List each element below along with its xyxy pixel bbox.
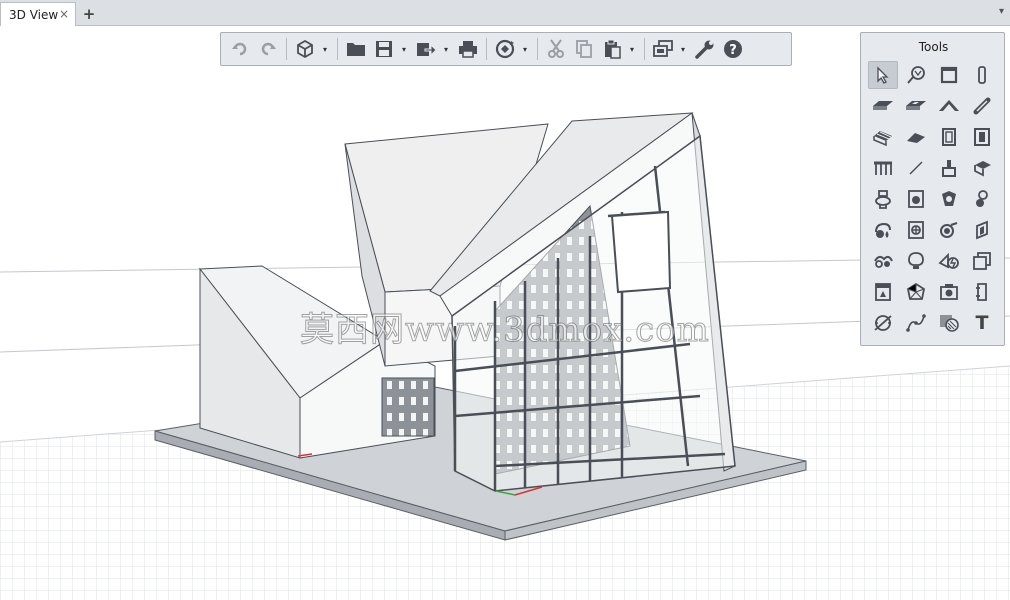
copy-icon[interactable]	[571, 36, 597, 62]
pipe-fitting-icon[interactable]	[934, 216, 964, 244]
corner-icon[interactable]	[967, 154, 997, 182]
tab-label: 3D View	[9, 7, 59, 22]
export-dropdown-chevron-icon[interactable]: ▾	[441, 36, 451, 62]
open-folder-icon[interactable]	[343, 36, 369, 62]
tools-panel: Tools T	[860, 32, 1005, 346]
watermark-text: 莫西网www.3dmox.com	[300, 310, 710, 351]
hollow-slab-icon[interactable]	[901, 92, 931, 120]
save-icon[interactable]	[371, 36, 397, 62]
camera-icon[interactable]	[934, 278, 964, 306]
help-icon[interactable]: ?	[720, 36, 746, 62]
slab-icon[interactable]	[868, 92, 898, 120]
fan-coil-icon[interactable]	[901, 216, 931, 244]
cut-icon[interactable]	[543, 36, 569, 62]
hatch-icon[interactable]	[934, 309, 964, 337]
tools-panel-title: Tools	[918, 40, 949, 54]
plumbing-icon[interactable]	[934, 154, 964, 182]
polyhedron-icon[interactable]	[901, 278, 931, 306]
column-icon[interactable]	[967, 61, 997, 89]
ramp-icon[interactable]	[901, 123, 931, 151]
spline-icon[interactable]	[901, 309, 931, 337]
3d-view-icon[interactable]	[292, 36, 318, 62]
redo-icon[interactable]	[255, 36, 281, 62]
3d-viewport[interactable]: 莫西网www.3dmox.com	[0, 26, 1010, 600]
panel-icon[interactable]	[868, 278, 898, 306]
tab-menu-chevron-icon[interactable]: ▾	[999, 6, 1004, 17]
layers-icon[interactable]	[650, 36, 676, 62]
tab-bar: 3D View × + ▾	[0, 0, 1010, 26]
fixture-icon[interactable]	[934, 185, 964, 213]
fire-icon[interactable]	[868, 216, 898, 244]
equipment-icon[interactable]	[967, 247, 997, 275]
paste-icon[interactable]	[599, 36, 625, 62]
toilet-icon[interactable]	[868, 185, 898, 213]
tools-grid: T	[868, 61, 1000, 340]
undo-icon[interactable]	[227, 36, 253, 62]
print-icon[interactable]	[455, 36, 481, 62]
window-icon[interactable]	[934, 61, 964, 89]
add-tab-button[interactable]: +	[78, 2, 100, 26]
roof-icon[interactable]	[934, 92, 964, 120]
save-dropdown-chevron-icon[interactable]: ▾	[399, 36, 409, 62]
dimension-icon[interactable]	[868, 309, 898, 337]
stair-icon[interactable]	[868, 123, 898, 151]
curtain-panel-icon[interactable]	[967, 123, 997, 151]
3d-view-dropdown-chevron-icon[interactable]: ▾	[320, 36, 330, 62]
main-toolbar: ▾ ▾ ▾ ▾ ▾ ▾ ?	[220, 32, 792, 66]
annotation-icon[interactable]	[901, 61, 931, 89]
railing-icon[interactable]	[868, 154, 898, 182]
cabinet-icon[interactable]	[967, 278, 997, 306]
duct-icon[interactable]	[967, 216, 997, 244]
toolbar-separator	[537, 38, 538, 60]
beam-icon[interactable]	[967, 92, 997, 120]
orbit-icon[interactable]	[492, 36, 518, 62]
close-icon[interactable]: ×	[59, 7, 69, 21]
toolbar-separator	[644, 38, 645, 60]
pipe-icon[interactable]	[868, 247, 898, 275]
toolbar-separator	[337, 38, 338, 60]
text-tool-label: T	[975, 312, 989, 334]
settings-wrench-icon[interactable]	[692, 36, 718, 62]
toolbar-separator	[286, 38, 287, 60]
layers-dropdown-chevron-icon[interactable]: ▾	[678, 36, 688, 62]
toolbar-separator	[486, 38, 487, 60]
paste-dropdown-chevron-icon[interactable]: ▾	[627, 36, 637, 62]
electrical-icon[interactable]	[934, 247, 964, 275]
light-fixture-icon[interactable]	[901, 247, 931, 275]
door-icon[interactable]	[934, 123, 964, 151]
export-icon[interactable]	[413, 36, 439, 62]
line-icon[interactable]	[901, 154, 931, 182]
washer-icon[interactable]	[901, 185, 931, 213]
orbit-dropdown-chevron-icon[interactable]: ▾	[520, 36, 530, 62]
tab-3d-view[interactable]: 3D View ×	[0, 2, 76, 26]
valve-icon[interactable]	[967, 185, 997, 213]
select-pointer-icon[interactable]	[868, 61, 898, 89]
text-tool-icon[interactable]: T	[967, 309, 997, 337]
svg-text:?: ?	[729, 43, 737, 58]
